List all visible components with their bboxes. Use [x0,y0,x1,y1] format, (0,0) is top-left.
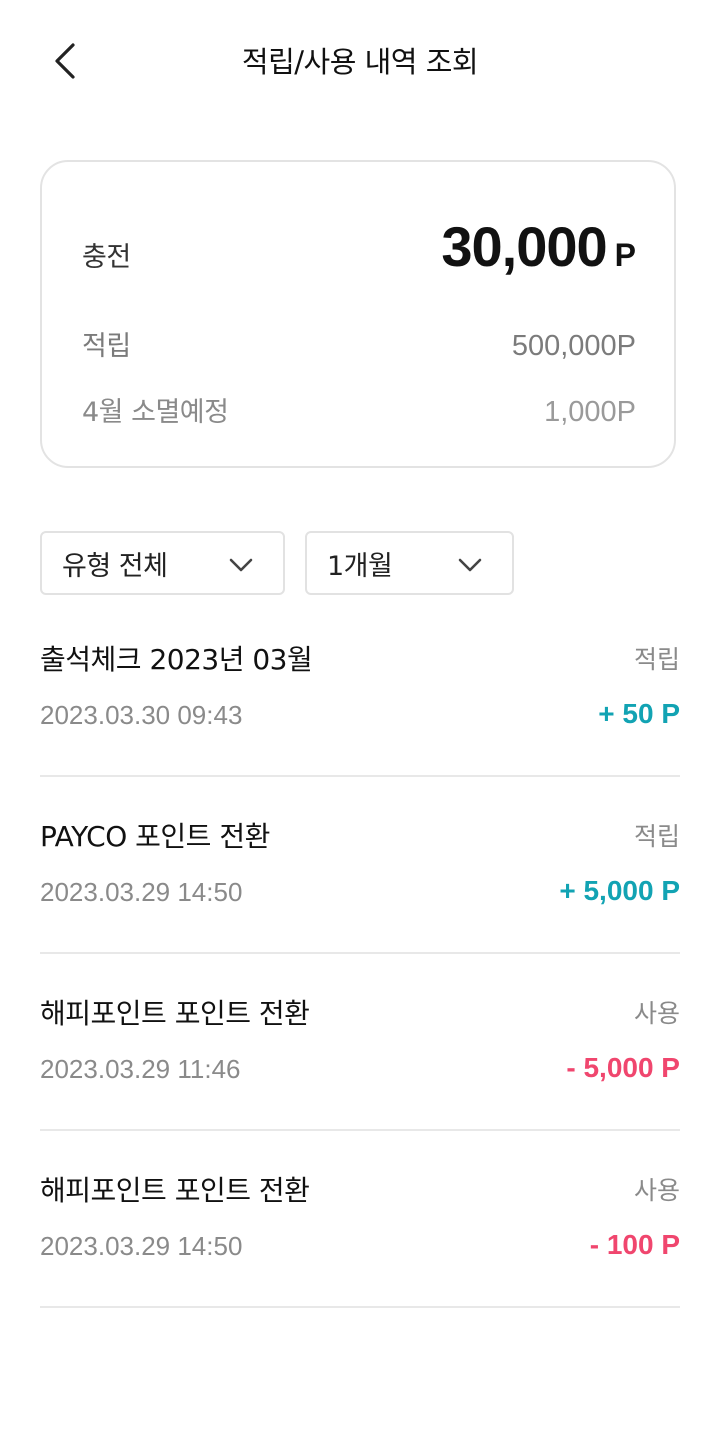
expiring-label: 4월 소멸예정 [82,397,229,428]
chevron-down-icon [458,558,482,572]
transaction-title: 출석체크 2023년 03월 [40,643,313,676]
expiring-value: 1,000P [544,396,636,428]
transaction-amount: + 5,000 P [559,875,680,906]
transaction-amount: - 100 P [589,1229,680,1260]
charge-unit: P [614,237,636,273]
charge-amount: 30,000 P [441,214,636,279]
transaction-type: 적립 [633,645,680,674]
type-filter-dropdown[interactable]: 유형 전체 [40,531,285,595]
transaction-title: 해피포인트 포인트 전환 [40,1174,310,1207]
transaction-date: 2023.03.29 14:50 [40,877,243,907]
transaction-title: 해피포인트 포인트 전환 [40,997,310,1030]
transaction-type: 적립 [633,822,680,851]
accumulated-row: 적립 500,000P [82,324,636,363]
transaction-row[interactable]: PAYCO 포인트 전환 적립 2023.03.29 14:50 + 5,000… [40,777,680,954]
top-bar: 적립/사용 내역 조회 [0,0,720,124]
transaction-date: 2023.03.29 14:50 [40,1231,243,1261]
transaction-list: 출석체크 2023년 03월 적립 2023.03.30 09:43 + 50 … [40,600,680,1308]
chevron-down-icon [229,558,253,572]
transaction-title: PAYCO 포인트 전환 [40,820,270,853]
accumulated-value: 500,000P [511,330,636,362]
charge-label: 충전 [82,242,131,273]
page-title: 적립/사용 내역 조회 [241,45,479,79]
transaction-date: 2023.03.29 11:46 [40,1054,241,1084]
expiring-row: 4월 소멸예정 1,000P [82,390,636,429]
points-summary-card: 충전 30,000 P 적립 500,000P 4월 소멸예정 1,000P [40,160,676,468]
charge-value: 30,000 [441,215,607,278]
transaction-row[interactable]: 출석체크 2023년 03월 적립 2023.03.30 09:43 + 50 … [40,600,680,777]
filter-bar: 유형 전체 1개월 [40,531,514,595]
transaction-row[interactable]: 해피포인트 포인트 전환 사용 2023.03.29 14:50 - 100 P [40,1131,680,1308]
transaction-amount: - 5,000 P [566,1052,680,1083]
transaction-type: 사용 [633,1176,680,1205]
transaction-amount: + 50 P [598,698,680,729]
accumulated-label: 적립 [82,331,131,362]
type-filter-label: 유형 전체 [62,550,168,582]
transaction-date: 2023.03.30 09:43 [40,700,243,730]
period-filter-dropdown[interactable]: 1개월 [305,531,514,595]
period-filter-label: 1개월 [327,550,393,582]
transaction-type: 사용 [633,999,680,1028]
charge-row: 충전 30,000 P [82,214,636,279]
transaction-row[interactable]: 해피포인트 포인트 전환 사용 2023.03.29 11:46 - 5,000… [40,954,680,1131]
